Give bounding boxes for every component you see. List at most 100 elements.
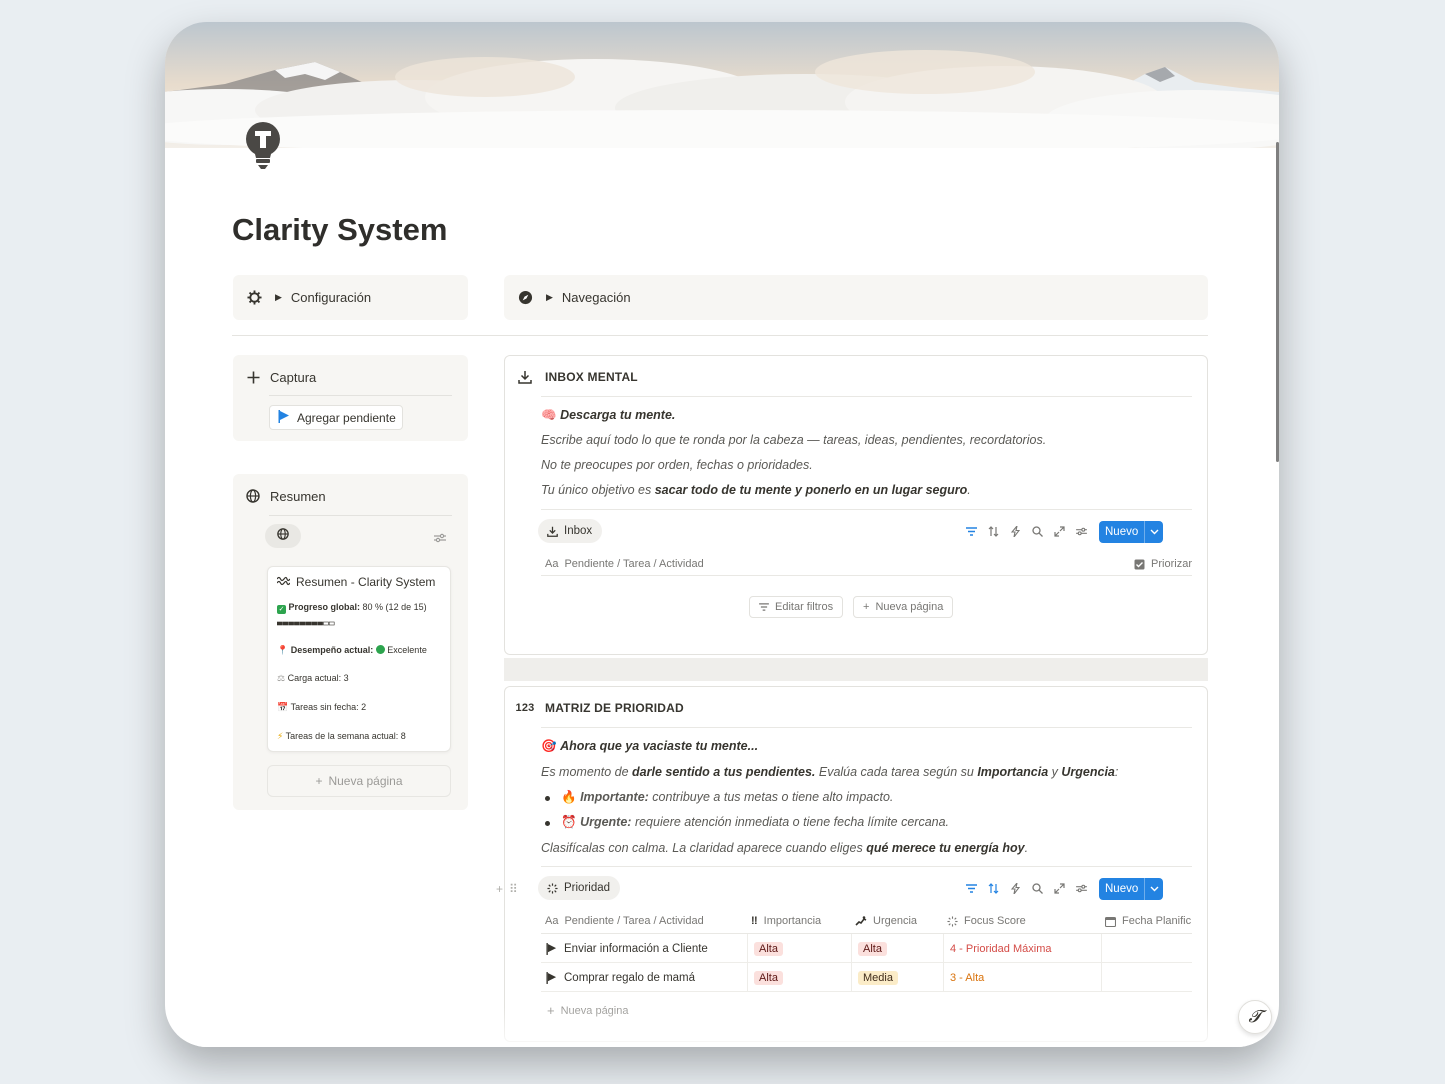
app-window: Clarity System ▶ Configuración ▶ Navegac… xyxy=(165,22,1279,1047)
view-tab-globe[interactable] xyxy=(265,524,301,548)
nuevo-button[interactable]: Nuevo xyxy=(1099,878,1163,900)
expand-icon[interactable] xyxy=(1053,882,1065,894)
bullet-importante: 🔥 Importante: contribuye a tus metas o t… xyxy=(544,790,893,805)
column-header-task[interactable]: Aa Pendiente / Tarea / Actividad xyxy=(545,915,704,927)
cover-image[interactable] xyxy=(165,22,1279,148)
settings-sliders-icon[interactable] xyxy=(1075,525,1087,537)
divider xyxy=(541,727,1192,728)
lightbulb-t-icon[interactable] xyxy=(243,120,283,172)
settings-sliders-icon[interactable] xyxy=(1075,882,1087,894)
chevron-down-icon[interactable] xyxy=(1144,521,1163,543)
filter-icon[interactable] xyxy=(965,525,977,537)
matriz-line-1: 🎯 Ahora que ya vaciaste tu mente... xyxy=(541,739,758,754)
text-span: requiere atención inmediata o tiene fech… xyxy=(631,815,950,829)
week-value: Tareas de la semana actual: 8 xyxy=(285,731,406,741)
resumen-gallery-card[interactable]: Resumen - Clarity System ✓ Progreso glob… xyxy=(267,566,451,752)
mountains-clouds-illustration xyxy=(165,22,1279,148)
green-circle-icon xyxy=(375,645,385,654)
edit-filters-button[interactable]: Editar filtros xyxy=(749,596,844,618)
table-row[interactable]: Enviar información a Cliente Alta Alta 4… xyxy=(541,934,1192,963)
urgency-cell[interactable]: Media xyxy=(851,963,943,992)
new-page-label: Nueva página xyxy=(560,1004,629,1017)
inbox-title: INBOX MENTAL xyxy=(545,370,638,384)
matriz-heading: 123 MATRIZ DE PRIORIDAD xyxy=(516,701,684,715)
edit-filters-label: Editar filtros xyxy=(775,601,834,613)
page-title[interactable]: Clarity System xyxy=(232,212,447,248)
expand-icon[interactable] xyxy=(1053,525,1065,537)
filter-icon[interactable] xyxy=(965,882,977,894)
date-cell[interactable] xyxy=(1101,963,1194,992)
importance-tag: Alta xyxy=(754,970,783,985)
date-cell[interactable] xyxy=(1101,934,1194,963)
score-cell[interactable]: 4 - Prioridad Máxima xyxy=(943,934,1101,963)
text-span-bold: Urgencia xyxy=(1061,765,1115,779)
divider xyxy=(541,575,1192,576)
column-header-importancia[interactable]: ‼ Importancia xyxy=(751,915,821,927)
calendar-icon: 📅 xyxy=(277,702,289,712)
lightning-icon: ⚡ xyxy=(277,731,284,741)
loading-icon xyxy=(547,882,558,894)
inbox-line-1-text: Descarga tu mente. xyxy=(560,408,676,422)
scrollbar[interactable] xyxy=(1276,142,1279,462)
progress-segment xyxy=(294,621,300,626)
new-page-label: Nueva página xyxy=(875,601,944,613)
exclamation-icon: ‼ xyxy=(751,915,758,927)
new-page-button[interactable]: + Nueva página xyxy=(267,765,451,797)
progress-segment xyxy=(317,621,323,626)
toggle-label: Configuración xyxy=(290,290,372,305)
flag-icon xyxy=(546,971,557,984)
importance-cell[interactable]: Alta xyxy=(747,963,851,992)
view-tab-inbox[interactable]: Inbox xyxy=(538,519,603,543)
new-page-button[interactable]: + Nueva página xyxy=(853,596,954,618)
checkbox-icon xyxy=(1134,559,1145,570)
view-tab-prioridad[interactable]: Prioridad xyxy=(538,876,621,900)
sort-icon[interactable] xyxy=(987,882,999,894)
nodate-line: 📅 Tareas sin fecha: 2 xyxy=(277,702,366,713)
lightning-icon[interactable] xyxy=(1009,525,1021,537)
divider xyxy=(232,335,1208,336)
inbox-heading: INBOX MENTAL xyxy=(517,370,638,384)
nuevo-button[interactable]: Nuevo xyxy=(1099,521,1163,543)
agregar-pendiente-button[interactable]: Agregar pendiente xyxy=(269,405,403,430)
toggle-arrow-icon[interactable]: ▶ xyxy=(275,292,282,303)
matriz-card: 123 MATRIZ DE PRIORIDAD 🎯 Ahora que ya v… xyxy=(504,686,1208,1042)
urgency-tag: Alta xyxy=(858,941,887,956)
toggle-navegacion[interactable]: ▶ Navegación xyxy=(504,275,1208,320)
lightning-icon[interactable] xyxy=(1009,882,1021,894)
column-header-task[interactable]: Aa Pendiente / Tarea / Actividad xyxy=(545,558,704,570)
column-header-label: Urgencia xyxy=(873,915,918,927)
divider xyxy=(269,515,452,516)
help-button[interactable]: 𝓣 xyxy=(1238,1000,1272,1034)
column-header-fecha[interactable]: Fecha Planific xyxy=(1105,915,1193,927)
column-header-focus-score[interactable]: Focus Score xyxy=(947,915,1026,927)
new-page-row[interactable]: + Nueva página xyxy=(547,1003,628,1018)
chevron-down-icon[interactable] xyxy=(1144,878,1163,900)
task-cell[interactable]: Enviar información a Cliente xyxy=(546,934,746,963)
toggle-configuracion[interactable]: ▶ Configuración xyxy=(233,275,468,320)
importance-cell[interactable]: Alta xyxy=(747,934,851,963)
block-handle[interactable]: + ⠿ xyxy=(496,882,518,896)
column-header-urgencia[interactable]: Urgencia xyxy=(855,915,917,927)
task-cell[interactable]: Comprar regalo de mamá xyxy=(546,963,746,992)
sort-icon[interactable] xyxy=(987,525,999,537)
urgency-tag: Media xyxy=(858,970,898,985)
score-cell[interactable]: 3 - Alta xyxy=(943,963,1101,992)
plus-icon[interactable]: + xyxy=(496,882,503,896)
toggle-label: Navegación xyxy=(561,290,631,305)
toggle-arrow-icon[interactable]: ▶ xyxy=(546,292,553,303)
search-icon[interactable] xyxy=(1031,882,1043,894)
text-span-bold: darle sentido a tus pendientes. xyxy=(632,765,816,779)
plus-icon xyxy=(245,369,261,385)
table-row[interactable]: Comprar regalo de mamá Alta Media 3 - Al… xyxy=(541,963,1192,992)
search-icon[interactable] xyxy=(1031,525,1043,537)
drag-handle-icon[interactable]: ⠿ xyxy=(509,882,518,896)
progress-segment xyxy=(276,621,283,626)
settings-sliders-icon[interactable] xyxy=(434,530,446,548)
importance-tag: Alta xyxy=(754,941,783,956)
nodate-value: Tareas sin fecha: 2 xyxy=(290,702,367,712)
progress-segment xyxy=(311,621,318,626)
column-header-priorizar[interactable]: Priorizar xyxy=(1134,558,1192,570)
urgency-cell[interactable]: Alta xyxy=(851,934,943,963)
text-span: . xyxy=(1024,841,1029,855)
matriz-line-2: Es momento de darle sentido a tus pendie… xyxy=(541,765,1118,779)
